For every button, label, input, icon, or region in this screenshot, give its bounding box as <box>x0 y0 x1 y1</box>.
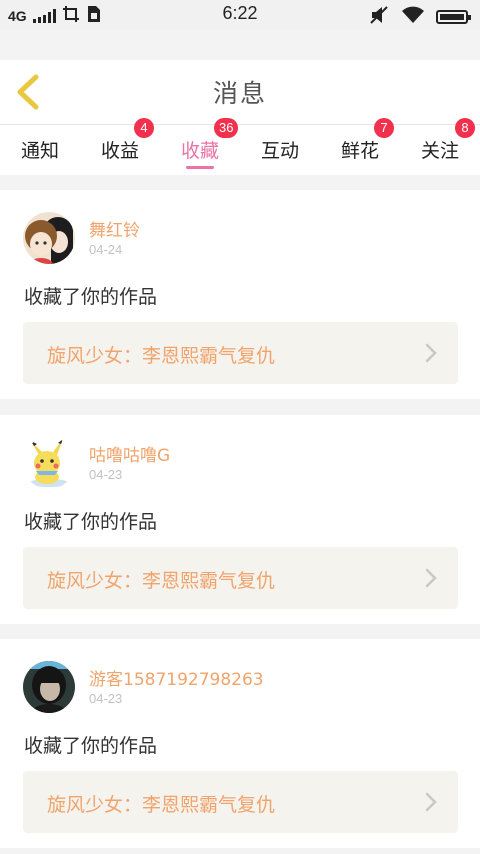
tab-interactions[interactable]: 互动 <box>240 125 320 175</box>
chevron-right-icon <box>425 792 437 812</box>
unread-badge: 8 <box>455 118 475 138</box>
work-link[interactable]: 旋风少女：李恩熙霸气复仇 <box>23 322 458 384</box>
tab-follows[interactable]: 关注 8 <box>400 118 480 175</box>
work-title: 旋风少女：李恩熙霸气复仇 <box>47 794 276 816</box>
user-name[interactable]: 咕噜咕噜G <box>89 441 170 466</box>
message-text: 收藏了你的作品 <box>24 286 158 308</box>
tab-bar: 通知 收益 4 收藏 36 互动 鲜花 7 关注 8 <box>0 118 480 175</box>
tab-favorites[interactable]: 收藏 36 <box>160 118 240 175</box>
battery-icon <box>436 10 471 24</box>
work-title: 旋风少女：李恩熙霸气复仇 <box>47 345 276 367</box>
tab-label: 收藏 <box>180 140 219 162</box>
chevron-right-icon <box>425 343 437 363</box>
unread-badge: 4 <box>134 118 154 138</box>
tab-flowers[interactable]: 鲜花 7 <box>320 118 400 175</box>
tab-label: 通知 <box>20 140 59 162</box>
chevron-right-icon <box>425 568 437 588</box>
work-link[interactable]: 旋风少女：李恩熙霸气复仇 <box>23 547 458 609</box>
tab-label: 关注 <box>420 140 459 162</box>
tab-notify[interactable]: 通知 <box>0 125 80 175</box>
message-date: 04-24 <box>89 242 123 257</box>
tab-label: 收益 <box>100 140 139 162</box>
work-link[interactable]: 旋风少女：李恩熙霸气复仇 <box>23 771 458 833</box>
message-text: 收藏了你的作品 <box>24 735 158 757</box>
work-title: 旋风少女：李恩熙霸气复仇 <box>47 570 276 592</box>
wifi-icon <box>402 6 424 28</box>
message-card: 舞红铃 04-24 收藏了你的作品 旋风少女：李恩熙霸气复仇 <box>0 190 480 399</box>
tab-earnings[interactable]: 收益 4 <box>80 118 160 175</box>
user-name[interactable]: 游客1587192798263 <box>89 665 264 690</box>
status-bar: 4G 6:22 <box>0 0 480 30</box>
anime-couple-avatar[interactable] <box>23 212 75 264</box>
pikachu-avatar[interactable] <box>23 437 75 489</box>
active-tab-indicator <box>186 166 214 169</box>
tab-label: 互动 <box>260 140 299 162</box>
message-date: 04-23 <box>89 467 123 482</box>
header-bar: 消息 <box>0 60 480 125</box>
message-text: 收藏了你的作品 <box>24 511 158 533</box>
user-name[interactable]: 舞红铃 <box>89 216 140 241</box>
message-card: 咕噜咕噜G 04-23 收藏了你的作品 旋风少女：李恩熙霸气复仇 <box>0 415 480 624</box>
message-card: 游客1587192798263 04-23 收藏了你的作品 旋风少女：李恩熙霸气… <box>0 639 480 848</box>
message-date: 04-23 <box>89 691 123 706</box>
mute-icon <box>370 6 390 28</box>
portrait-avatar[interactable] <box>23 661 75 713</box>
tab-label: 鲜花 <box>340 140 379 162</box>
page-title: 消息 <box>212 79 267 108</box>
unread-badge: 36 <box>214 118 239 138</box>
unread-badge: 7 <box>374 118 394 138</box>
